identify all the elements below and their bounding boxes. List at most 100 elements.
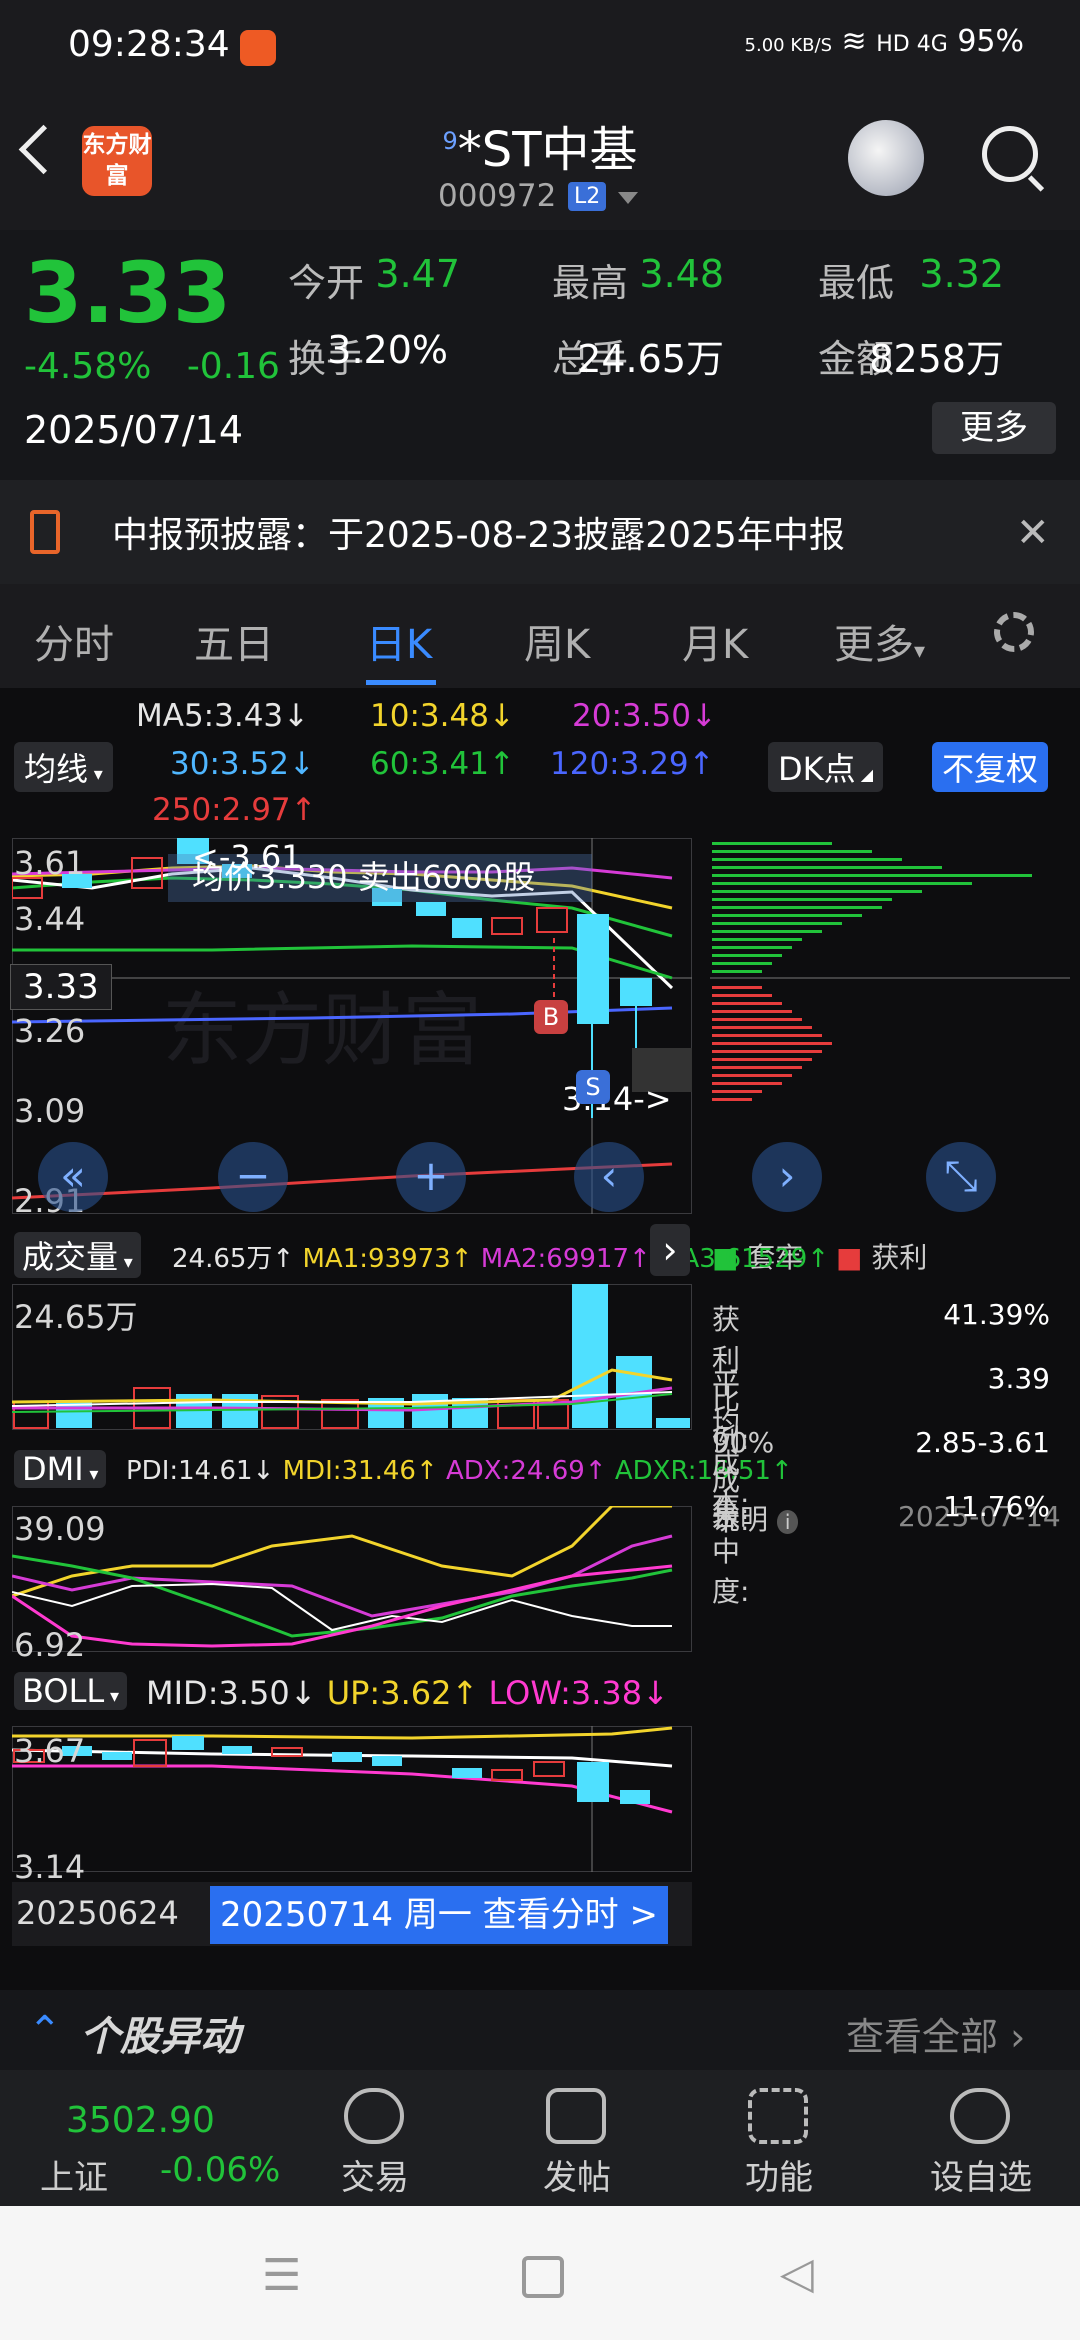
tab-fenshi[interactable]: 分时	[34, 612, 114, 670]
quote-field-value: 3.48	[639, 252, 724, 296]
sell-marker[interactable]: S	[576, 1070, 610, 1104]
quote-field-value: 24.65万	[577, 337, 724, 381]
close-icon[interactable]: ✕	[1016, 510, 1050, 556]
status-bar: 09:28:34 5.00 KB/S ≋ HD 4G 95%	[0, 0, 1080, 96]
current-price: 3.33	[24, 244, 232, 342]
post-icon[interactable]	[546, 2088, 606, 2144]
tab-more[interactable]: 更多▾	[834, 612, 925, 670]
quote-field-value: 8258万	[869, 337, 1004, 381]
ma120-label: 120:3.29↑	[550, 746, 715, 782]
status-time: 09:28:34	[68, 24, 230, 65]
boll-chart	[12, 1726, 692, 1872]
system-nav-bar: ☰ ◁	[0, 2206, 1080, 2340]
boll-max-label: 3.67	[14, 1732, 86, 1770]
zoom-in-icon[interactable]: +	[396, 1142, 466, 1212]
ma10-label: 10:3.48↓	[370, 698, 515, 734]
chip-stat-label: 集中度:	[712, 1495, 750, 1608]
back-nav-icon[interactable]: ◁	[780, 2248, 814, 2299]
tab-yuek[interactable]: 月K	[682, 612, 748, 670]
period-tabs: 分时 五日 日K 周K 月K 更多▾	[0, 584, 1080, 688]
stock-header: 东方财富 9*ST中基 000972 L2	[0, 96, 1080, 230]
tab-rik[interactable]: 日K	[366, 612, 432, 670]
gear-icon[interactable]	[994, 612, 1034, 652]
notice-bar[interactable]: 中报预披露：于2025-08-23披露2025年中报 ✕	[0, 480, 1080, 584]
battery-level: 95%	[957, 24, 1024, 59]
network-type: HD 4G	[876, 32, 948, 57]
volume-selector[interactable]: 成交量 ▾	[14, 1232, 141, 1278]
nav-trade[interactable]: 交易	[310, 2150, 440, 2199]
stock-movement-section[interactable]: ⌃ 个股异动 查看全部 ›	[0, 1990, 1080, 2070]
network-speed: 5.00 KB/S	[744, 35, 832, 56]
boll-legend: MID:3.50↓ UP:3.62↑ LOW:3.38↓	[146, 1674, 669, 1712]
view-all-link[interactable]: 查看全部 ›	[846, 2006, 1025, 2061]
info-icon: i	[776, 1510, 799, 1534]
chevron-left-icon[interactable]: ‹	[574, 1142, 644, 1212]
menu-icon[interactable]: ☰	[262, 2250, 301, 2301]
bottom-nav: 3502.90 上证 -0.06% 交易 发帖 功能 设自选	[0, 2070, 1080, 2206]
ma60-label: 60:3.41↑	[370, 746, 515, 782]
tab-wuri[interactable]: 五日	[194, 612, 274, 670]
notice-text[interactable]: 中报预披露：于2025-08-23披露2025年中报	[112, 506, 845, 558]
home-icon[interactable]	[522, 2256, 564, 2298]
date-bar: 20250624 20250714 周一 查看分时 >	[12, 1882, 692, 1946]
chip-stat-value: 2.85-3.61	[915, 1426, 1050, 1459]
chip-stat-value: 3.39	[987, 1362, 1050, 1395]
functions-icon[interactable]	[748, 2088, 808, 2144]
y-label-3: 3.26	[14, 1012, 86, 1050]
ma-selector[interactable]: 均线 ▾	[14, 742, 113, 792]
change-percent: -4.58%	[24, 346, 152, 387]
ma250-label: 250:2.97↑	[152, 792, 317, 828]
dmi-min-label: 6.92	[14, 1626, 86, 1664]
nav-post[interactable]: 发帖	[512, 2150, 642, 2199]
chip-stat-value: 41.39%	[943, 1298, 1050, 1331]
quote-field-value: 3.20%	[327, 328, 448, 372]
quote-field-value: 3.47	[375, 252, 460, 296]
chevron-up-icon[interactable]: ⌃	[28, 2008, 62, 2054]
volume-legend: 24.65万↑ MA1:93973↑ MA2:69917↑ MA3:61529↑	[172, 1244, 830, 1274]
ma20-label: 20:3.50↓	[572, 698, 717, 734]
high-annotation: <-3.61	[192, 838, 302, 876]
section-title: 个股异动	[80, 2014, 240, 2060]
dk-button[interactable]: DK点 ◢	[768, 742, 884, 792]
stock-code[interactable]: 000972	[438, 178, 556, 214]
stock-name: *ST中基	[457, 122, 638, 178]
tab-zhouk[interactable]: 周K	[524, 612, 590, 670]
change-amount: -0.16	[186, 346, 280, 387]
view-intraday-button[interactable]: 20250714 周一 查看分时 >	[210, 1886, 668, 1944]
chevron-down-icon[interactable]	[618, 192, 638, 204]
quote-panel: 3.33 -4.58% -0.16 2025/07/14 今开 3.47 最高 3.4…	[0, 230, 1080, 480]
index-name[interactable]: 上证	[40, 2150, 108, 2199]
assistant-robot-icon[interactable]	[848, 120, 924, 196]
more-dots-icon[interactable]	[950, 2088, 1010, 2144]
more-button[interactable]: 更多	[932, 402, 1056, 454]
y-label-1: 3.61	[14, 844, 86, 882]
expand-indicators-icon[interactable]: ›	[650, 1224, 690, 1276]
date-start: 20250624	[16, 1894, 179, 1932]
boll-min-label: 3.14	[14, 1848, 86, 1886]
quote-date: 2025/07/14	[24, 408, 244, 452]
quote-field-value: 3.32	[919, 252, 1004, 296]
current-price-tag: 3.33	[10, 964, 112, 1010]
adjust-button[interactable]: 不复权	[932, 742, 1049, 792]
active-tab-indicator	[366, 680, 436, 685]
trade-icon[interactable]	[344, 2088, 404, 2144]
rewind-icon[interactable]: «	[38, 1142, 108, 1212]
ma5-label: MA5:3.43↓	[136, 698, 310, 734]
y-label-2: 3.44	[14, 900, 86, 938]
search-icon[interactable]	[982, 126, 1038, 182]
level2-badge: L2	[568, 182, 607, 211]
watermark: 东方财富	[162, 984, 482, 1077]
nav-add-watchlist[interactable]: 设自选	[916, 2150, 1046, 2199]
dmi-selector[interactable]: DMI ▾	[14, 1450, 107, 1488]
nav-functions[interactable]: 功能	[714, 2150, 844, 2199]
zoom-out-icon[interactable]: −	[218, 1142, 288, 1212]
buy-marker[interactable]: B	[534, 1000, 568, 1034]
stock-badge: 9	[442, 127, 458, 155]
index-value[interactable]: 3502.90	[66, 2100, 215, 2141]
boll-selector[interactable]: BOLL ▾	[14, 1672, 127, 1710]
price-change: -4.58% -0.16	[24, 346, 280, 387]
chip-distribution	[710, 842, 1070, 1101]
tab-more-label: 更多	[834, 622, 914, 668]
wifi-icon: ≋	[841, 24, 867, 59]
chip-legend-profit: ■ 获利	[836, 1241, 928, 1274]
